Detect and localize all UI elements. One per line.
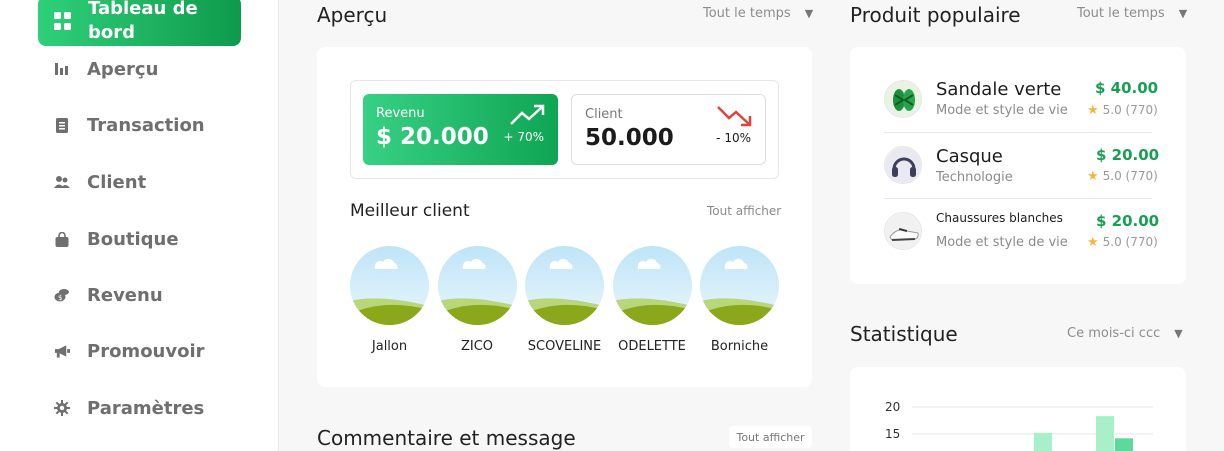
sidebar-item-label: Revenu: [87, 284, 163, 306]
stat-label: Client: [585, 107, 623, 122]
sidebar-item-label: Tableau de bord: [88, 0, 198, 43]
client-avatar[interactable]: [525, 246, 604, 325]
product-rating: ★ 5.0 (770): [1087, 103, 1158, 118]
document-icon: [54, 117, 70, 133]
product-category: Technologie: [936, 170, 1013, 185]
product-name[interactable]: Sandale verte: [936, 79, 1061, 100]
sidebar-item-promouvoir[interactable]: Promouvoir: [54, 336, 205, 366]
chart-bar[interactable]: [1034, 432, 1052, 451]
white-shoes-image: [884, 212, 922, 250]
revenue-stat-card[interactable]: Revenu $ 20.000 + 70%: [363, 94, 558, 165]
product-name[interactable]: Casque: [936, 146, 1003, 167]
statistics-title: Statistique: [850, 322, 958, 346]
dashboard-icon: [54, 12, 72, 30]
product-price: $ 20.00: [1096, 212, 1160, 230]
caret-down-icon: ▼: [804, 7, 814, 20]
client-name: ODELETTE: [618, 339, 686, 354]
filter-label: Ce mois-ci ccc: [1067, 326, 1161, 341]
stat-change: + 70%: [503, 130, 544, 144]
product-rating: ★ 5.0 (770): [1087, 235, 1158, 250]
product-category: Mode et style de vie: [936, 103, 1068, 118]
client-stat-card[interactable]: Client 50.000 - 10%: [571, 94, 766, 165]
sidebar-item-label: Transaction: [87, 114, 205, 136]
client-name: ZICO: [460, 339, 494, 354]
chart-bar[interactable]: [1115, 438, 1133, 451]
client-avatar[interactable]: [350, 246, 429, 325]
shopping-bag-icon: [54, 231, 70, 247]
sidebar-item-label: Paramètres: [87, 397, 205, 419]
filter-label: Tout le temps: [1077, 6, 1165, 21]
product-name[interactable]: Chaussures blanches: [936, 211, 1063, 225]
stat-change: - 10%: [716, 131, 751, 145]
client-name: SCOVELINE: [527, 339, 602, 354]
client-name: Jallon: [371, 339, 408, 354]
trend-up-icon: [510, 104, 546, 130]
caret-down-icon: ▼: [1178, 7, 1188, 20]
sidebar-item-client[interactable]: Client: [54, 167, 146, 197]
view-all-clients-link[interactable]: Tout afficher: [707, 204, 781, 218]
sidebar-item-label: Client: [87, 171, 147, 193]
divider: [884, 198, 1152, 199]
sidebar-item-label: Aperçu: [87, 58, 159, 80]
green-sandal-image: [884, 80, 922, 118]
sidebar-item-dashboard[interactable]: Tableau de bord: [38, 0, 241, 46]
star-icon: ★: [1087, 235, 1099, 250]
trend-down-icon: [717, 105, 753, 131]
sidebar-item-boutique[interactable]: Boutique: [54, 224, 179, 254]
star-icon: ★: [1087, 103, 1099, 118]
popular-filter[interactable]: Tout le temps ▼: [1077, 6, 1187, 21]
product-category: Mode et style de vie: [936, 235, 1068, 250]
overview-filter[interactable]: Tout le temps ▼: [703, 6, 813, 21]
product-rating: ★ 5.0 (770): [1087, 169, 1158, 184]
client-avatar[interactable]: [700, 246, 779, 325]
coins-icon: $: [54, 287, 70, 303]
bar-chart-icon: [54, 61, 70, 77]
statistics-chart: 1520: [885, 400, 1153, 451]
caret-down-icon: ▼: [1174, 327, 1183, 340]
statistics-filter[interactable]: Ce mois-ci ccc ▼: [1067, 326, 1183, 341]
client-avatar[interactable]: [612, 246, 692, 325]
client-name: Borniche: [710, 339, 769, 354]
stat-label: Revenu: [376, 106, 425, 121]
sidebar-item-apercu[interactable]: Aperçu: [54, 54, 158, 84]
sidebar-item-revenu[interactable]: $ Revenu: [54, 280, 163, 310]
sidebar: Tableau de bord Aperçu Transaction Clien…: [0, 0, 279, 451]
popular-products-title: Produit populaire: [850, 3, 1021, 27]
view-all-comments-button[interactable]: Tout afficher: [729, 426, 812, 448]
overview-title: Aperçu: [317, 3, 388, 27]
users-icon: [54, 174, 70, 190]
best-client-title: Meilleur client: [350, 201, 470, 221]
product-price: $ 20.00: [1096, 146, 1160, 164]
gear-icon: [54, 400, 70, 416]
sidebar-item-transaction[interactable]: Transaction: [54, 110, 205, 140]
headphones-image: [884, 146, 922, 184]
megaphone-icon: [54, 343, 70, 359]
comments-title: Commentaire et message: [317, 426, 576, 450]
sidebar-item-label: Boutique: [87, 228, 179, 250]
y-tick-label: 20: [885, 400, 900, 414]
chart-bar[interactable]: [1096, 416, 1114, 451]
sidebar-item-label: Promouvoir: [87, 340, 205, 362]
stat-value: $ 20.000: [376, 124, 489, 150]
svg-text:$: $: [58, 294, 62, 302]
filter-label: Tout le temps: [703, 6, 791, 21]
stat-value: 50.000: [585, 125, 674, 151]
y-tick-label: 15: [885, 427, 900, 441]
sidebar-item-parametres[interactable]: Paramètres: [54, 393, 204, 423]
product-price: $ 40.00: [1095, 79, 1159, 97]
divider: [884, 132, 1152, 133]
client-avatar[interactable]: [437, 246, 517, 325]
star-icon: ★: [1087, 169, 1099, 184]
